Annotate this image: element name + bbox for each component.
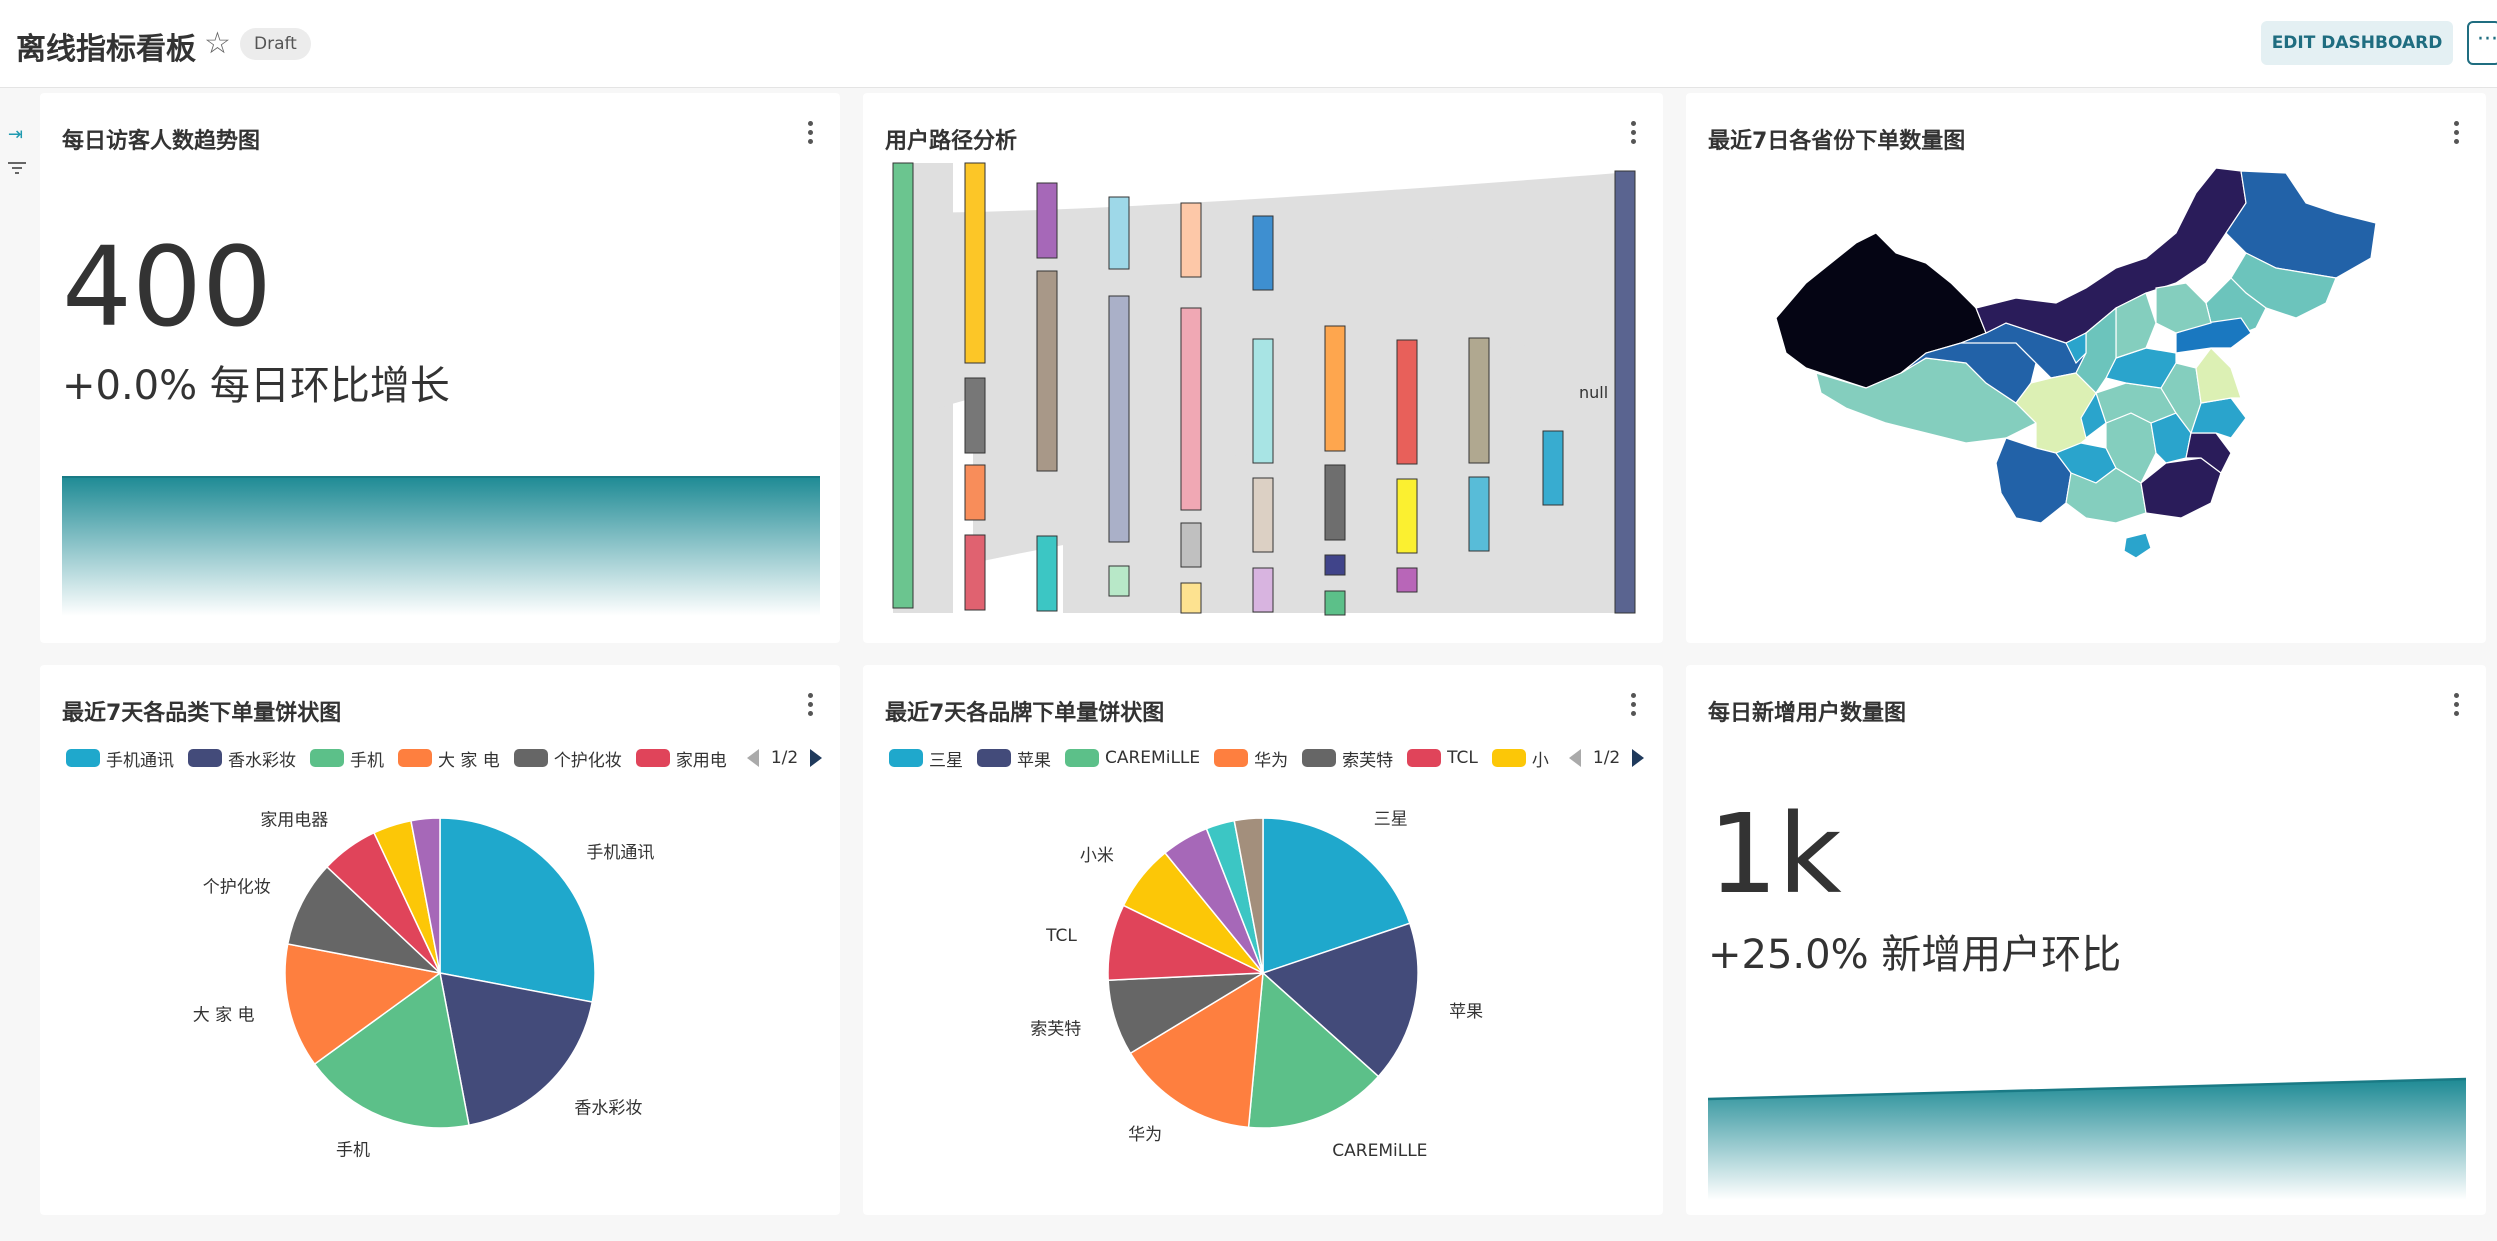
sankey-node [1396,567,1418,593]
map-region-hebei [2155,282,2212,334]
pie-slice-label: 手机通讯 [586,843,654,863]
sankey-node [1252,567,1274,613]
pie-slice-label: 索芙特 [1030,1019,1081,1039]
pie-slice[interactable] [439,817,596,1003]
sankey-node [1542,430,1564,506]
card-title: 每日新增用户数量图 [1708,701,1907,726]
card-brand-pie: 最近7天各品牌下单量饼状图 三星 苹果 CAREMiLLE 华为 索芙特 TCL… [863,665,1663,1215]
sankey-node [1108,565,1130,597]
expand-icon[interactable]: ⇥ [8,124,23,145]
card-new-users: 每日新增用户数量图 1k +25.0% 新增用户环比 [1686,665,2486,1215]
dashboard-title: 离线指标看板 [16,32,196,67]
pie-slice-label: 家用电器 [260,810,328,830]
kebab-menu-icon[interactable] [808,121,814,145]
card-daily-visitors: 每日访客人数趋势图 400 +0.0% 每日环比增长 [40,93,840,643]
big-number: 1k [1708,790,1842,918]
sankey-node [964,162,986,364]
sankey-node [964,464,986,521]
sankey-node [1324,325,1346,452]
pie-slice-label: 大 家 电 [193,1005,255,1025]
sankey-node [1108,295,1130,543]
sankey-node [1180,307,1202,511]
sankey-node [1396,339,1418,465]
pie-slice-label: 小米 [1080,846,1114,866]
pie-slice-label: CAREMiLLE [1332,1141,1427,1161]
card-user-path: 用户路径分析 null [863,93,1663,643]
more-options-button[interactable]: ··· [2467,21,2497,65]
sankey-node [1180,522,1202,568]
sankey-node [1468,337,1490,464]
pie-chart: 手机通讯香水彩妆手机 大 家 电 个护化妆 家用电器 [193,810,655,1161]
card-province-map: 最近7日各省份下单数量图 [1686,93,2486,643]
pie-slice-label: 香水彩妆 [574,1098,642,1118]
filter-icon[interactable] [8,160,26,181]
trendline-area [1708,1077,2466,1200]
map-region-hainan [2123,532,2152,559]
pie-slice-label: 苹果 [1449,1002,1483,1022]
sankey-node [1180,202,1202,278]
sankey-diagram: null [892,162,1636,616]
pie-slice-label: TCL [1045,926,1077,946]
sankey-node [1324,464,1346,541]
pie-slice-label: 三星 [1374,810,1408,830]
sankey-null-label: null [1579,383,1608,402]
map-region-jiangsu [2195,347,2242,404]
card-title: 每日访客人数趋势图 [62,129,261,154]
sankey-node [1036,182,1058,259]
pie-slice-label: 华为 [1128,1125,1162,1145]
trendline-area [62,476,820,616]
pie-chart: 三星苹果 CAREMiLLE 华为 索芙特 TCL 小米 [1030,810,1483,1161]
pie-slice-label: 个护化妆 [203,878,271,898]
sankey-node [1252,215,1274,291]
subheader: +0.0% 每日环比增长 [62,363,450,409]
star-icon[interactable]: ☆ [204,26,231,61]
sankey-node [1108,196,1130,270]
china-province-map [1775,167,2377,559]
sankey-node [1396,478,1418,554]
sankey-node [964,377,986,454]
kebab-menu-icon[interactable] [2454,693,2460,717]
map-region-guangdong [2140,457,2222,519]
sankey-node [1468,476,1490,552]
edit-dashboard-button[interactable]: EDIT DASHBOARD [2261,21,2453,65]
sankey-node [1324,554,1346,576]
sankey-node [1252,338,1274,464]
dashboard-header: 离线指标看板 ☆ Draft EDIT DASHBOARD ··· [0,0,2497,88]
filter-sidebar: ⇥ [0,88,34,1241]
status-badge: Draft [240,28,311,60]
sankey-node [1252,477,1274,553]
pie-slice-label: 手机 [336,1141,370,1161]
sankey-node [1036,270,1058,472]
sankey-node [1036,535,1058,612]
sankey-node [1324,590,1346,616]
sankey-node [1614,170,1636,614]
sankey-node [1180,582,1202,614]
big-number: 400 [62,223,272,351]
sankey-node [964,534,986,611]
sankey-node [892,162,914,609]
subheader: +25.0% 新增用户环比 [1708,932,2122,978]
card-category-pie: 最近7天各品类下单量饼状图 手机通讯 香水彩妆 手机 大 家 电 个护化妆 家用… [40,665,840,1215]
